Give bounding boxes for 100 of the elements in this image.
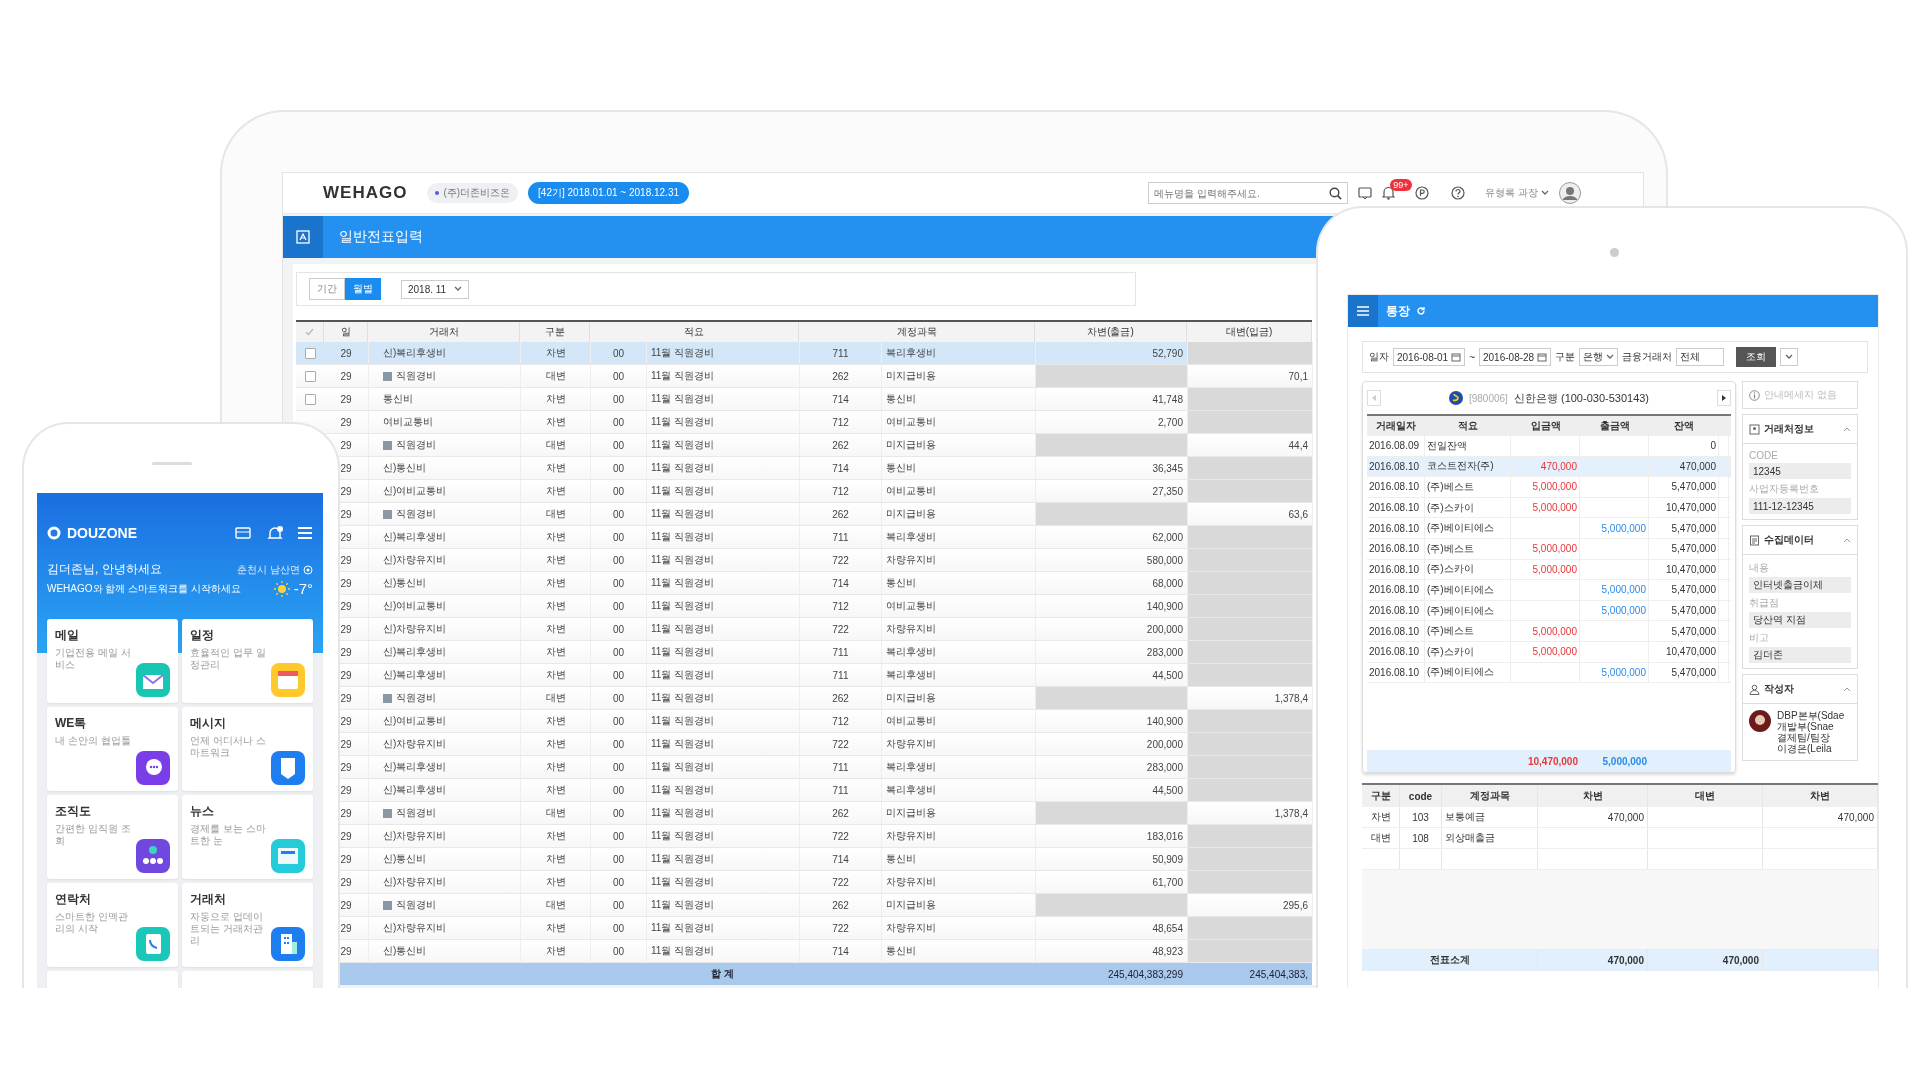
table-row[interactable]: 직원경비 대변 00 11월 직원경비 262 미지급비용 63,6: [369, 503, 1313, 525]
table-row[interactable]: 2016.08.10 (주)베스트 5,000,000 5,470,000: [1367, 538, 1731, 560]
table-row[interactable]: 신)복리후생비 차변 00 11월 직원경비 711 복리후생비 52,790: [369, 342, 1313, 364]
chat-icon[interactable]: [1358, 186, 1373, 200]
next-button[interactable]: [1717, 390, 1731, 406]
collapse-icon[interactable]: [1843, 537, 1851, 543]
table-row[interactable]: 신)복리후생비 차변 00 11월 직원경비 711 복리후생비 62,000: [369, 526, 1313, 548]
dropdown-button[interactable]: [1780, 348, 1799, 366]
checkbox[interactable]: [304, 370, 316, 382]
table-row[interactable]: 신)차량유지비 차변 00 11월 직원경비 722 차량유지비 200,000: [369, 618, 1313, 640]
table-row[interactable]: 2016.08.10 (주)베이티에스 5,000,000 5,470,000: [1367, 662, 1731, 684]
brand-logo-icon[interactable]: [47, 526, 61, 540]
table-row[interactable]: 신)통신비 차변 00 11월 직원경비 714 통신비 36,345: [369, 457, 1313, 479]
app-card[interactable]: 거래처 자동으로 업데이트되는 거래처관리: [182, 883, 313, 967]
app-card[interactable]: 조직도 간편한 임직원 조회: [47, 795, 178, 879]
app-card[interactable]: 메시지 언제 어디서나 스마트워크: [182, 707, 313, 791]
table-cell: 183,016: [1146, 830, 1183, 842]
person-icon: [1749, 683, 1760, 695]
search-field[interactable]: 메뉴명을 입력해주세요.: [1148, 182, 1349, 204]
table-row[interactable]: 신)복리후생비 차변 00 11월 직원경비 711 복리후생비 283,000: [369, 756, 1313, 778]
calendar-icon[interactable]: [1451, 352, 1462, 362]
newspaper-icon: [271, 839, 305, 873]
company-selector[interactable]: (주)더존비즈온: [427, 183, 519, 203]
table-row[interactable]: 신)차량유지비 차변 00 11월 직원경비 722 차량유지비 580,000: [369, 549, 1313, 571]
bell-icon[interactable]: [267, 525, 283, 541]
table-row[interactable]: 신)여비교통비 차변 00 11월 직원경비 712 여비교통비 140,900: [369, 595, 1313, 617]
search-button[interactable]: 조회: [1736, 347, 1777, 367]
table-row[interactable]: 신)복리후생비 차변 00 11월 직원경비 711 복리후생비 44,500: [369, 664, 1313, 686]
table-row[interactable]: 직원경비 대변 00 11월 직원경비 262 미지급비용 44,4: [369, 434, 1313, 456]
table-row[interactable]: 여비교통비 차변 00 11월 직원경비 712 여비교통비 2,700: [369, 411, 1313, 433]
table-row[interactable]: 신)차량유지비 차변 00 11월 직원경비 722 차량유지비 61,700: [369, 871, 1313, 893]
table-cell: 2016.08.10: [1369, 522, 1420, 534]
collapse-icon[interactable]: [1843, 426, 1851, 432]
table-row[interactable]: 직원경비 대변 00 11월 직원경비 262 미지급비용 1,378,4: [369, 687, 1313, 709]
table-row[interactable]: 신)차량유지비 차변 00 11월 직원경비 722 차량유지비 48,654: [369, 917, 1313, 939]
table-row[interactable]: 2016.08.10 (주)베스트 5,000,000 5,470,000: [1367, 477, 1731, 498]
table-row[interactable]: 신)여비교통비 차변 00 11월 직원경비 712 여비교통비 140,900: [369, 710, 1313, 732]
table-row[interactable]: 통신비 차변 00 11월 직원경비 714 통신비 41,748: [369, 388, 1313, 410]
bell-icon[interactable]: [1382, 186, 1396, 200]
date-field[interactable]: 2016-08-01: [1393, 348, 1466, 366]
panel-title[interactable]: 수집데이터: [1764, 533, 1814, 547]
table-row[interactable]: 신)여비교통비 차변 00 11월 직원경비 712 여비교통비 27,350: [369, 480, 1313, 502]
table-row[interactable]: 직원경비 대변 00 11월 직원경비 262 미지급비용 1,378,4: [369, 802, 1313, 824]
table-row[interactable]: 신)차량유지비 차변 00 11월 직원경비 722 차량유지비 200,000: [369, 733, 1313, 755]
app-card[interactable]: WE톡 내 손안의 협업툴: [47, 707, 178, 791]
type-select[interactable]: 은행: [1579, 348, 1619, 366]
table-row[interactable]: 신)통신비 차변 00 11월 직원경비 714 통신비 68,000: [369, 572, 1313, 594]
calendar-icon[interactable]: [1537, 352, 1548, 362]
table-row[interactable]: 2016.08.10 (주)스카이 5,000,000 10,470,000: [1367, 641, 1731, 663]
menu-icon[interactable]: [1357, 306, 1369, 316]
table-cell: 2016.08.10: [1369, 646, 1420, 658]
date-field[interactable]: 2016-08-28: [1479, 348, 1552, 366]
app-card[interactable]: 연락처 스마트한 인맥관리의 시작: [47, 883, 178, 967]
menu-box-icon[interactable]: [296, 230, 310, 244]
help-icon[interactable]: [1451, 186, 1466, 200]
table-cell: 차변: [545, 576, 566, 590]
month-select[interactable]: 2018. 11: [401, 279, 470, 299]
table-row[interactable]: 2016.08.10 코스트전자(주) 470,000 470,000: [1367, 456, 1731, 478]
points-icon[interactable]: [1415, 186, 1430, 200]
user-name[interactable]: 유형록 과장: [1485, 186, 1538, 200]
app-card[interactable]: 메일 기업전용 메일 서비스: [47, 619, 178, 703]
app-card[interactable]: 일정 효율적인 업무 일정관리: [182, 619, 313, 703]
table-row[interactable]: 신)통신비 차변 00 11월 직원경비 714 통신비 50,909: [369, 848, 1313, 870]
table-cell: 29: [340, 784, 352, 796]
table-row[interactable]: 직원경비 대변 00 11월 직원경비 262 미지급비용 70,1: [369, 365, 1313, 387]
table-row[interactable]: 신)통신비 차변 00 11월 직원경비 714 통신비 48,923: [369, 940, 1313, 962]
table-row[interactable]: 신)복리후생비 차변 00 11월 직원경비 711 복리후생비 283,000: [369, 641, 1313, 663]
panel-title[interactable]: 작성자: [1764, 682, 1794, 696]
subtotal-label: 전표소계: [1429, 953, 1470, 967]
table-row[interactable]: 2016.08.10 (주)베이티에스 5,000,000 5,470,000: [1367, 600, 1731, 622]
logo[interactable]: WEHAGO: [323, 183, 408, 203]
brand-name[interactable]: DOUZONE: [67, 525, 137, 541]
table-row[interactable]: 2016.08.09 전일잔액 0: [1367, 436, 1731, 457]
table-row[interactable]: 2016.08.10 (주)스카이 5,000,000 10,470,000: [1367, 497, 1731, 519]
wallet-icon[interactable]: [235, 526, 251, 540]
table-cell: 신)복리후생비: [383, 760, 447, 774]
table-row[interactable]: 신)차량유지비 차변 00 11월 직원경비 722 차량유지비 183,016: [369, 825, 1313, 847]
table-row[interactable]: 2016.08.10 (주)스카이 5,000,000 10,470,000: [1367, 559, 1731, 581]
table-cell: 262: [832, 807, 849, 819]
table-row[interactable]: 2016.08.10 (주)베스트 5,000,000 5,470,000: [1367, 621, 1731, 642]
menu-icon[interactable]: [297, 526, 313, 540]
table-cell: 통신비: [886, 392, 916, 406]
table-row[interactable]: 직원경비 대변 00 11월 직원경비 262 미지급비용 295,6: [369, 894, 1313, 916]
table-row[interactable]: 2016.08.10 (주)베이티에스 5,000,000 5,470,000: [1367, 518, 1731, 539]
building-icon: [271, 927, 305, 961]
checkbox[interactable]: [304, 347, 316, 359]
table-cell: 262: [832, 370, 849, 382]
checkbox[interactable]: [304, 393, 316, 405]
app-card[interactable]: 뉴스 경제를 보는 스마트한 눈: [182, 795, 313, 879]
table-cell: 283,000: [1146, 646, 1183, 658]
table-cell: 2016.08.10: [1369, 666, 1420, 678]
table-row[interactable]: 신)복리후생비 차변 00 11월 직원경비 711 복리후생비 44,500: [369, 779, 1313, 801]
partner-field[interactable]: 전체: [1676, 348, 1725, 366]
collapse-icon[interactable]: [1843, 686, 1851, 692]
location-icon[interactable]: [303, 564, 313, 575]
table-row[interactable]: 2016.08.10 (주)베이티에스 5,000,000 5,470,000: [1367, 580, 1731, 601]
refresh-icon[interactable]: [1416, 306, 1426, 316]
period-tab[interactable]: 기간: [309, 278, 345, 300]
panel-title[interactable]: 거래처정보: [1764, 422, 1814, 436]
avatar[interactable]: [1559, 182, 1581, 204]
